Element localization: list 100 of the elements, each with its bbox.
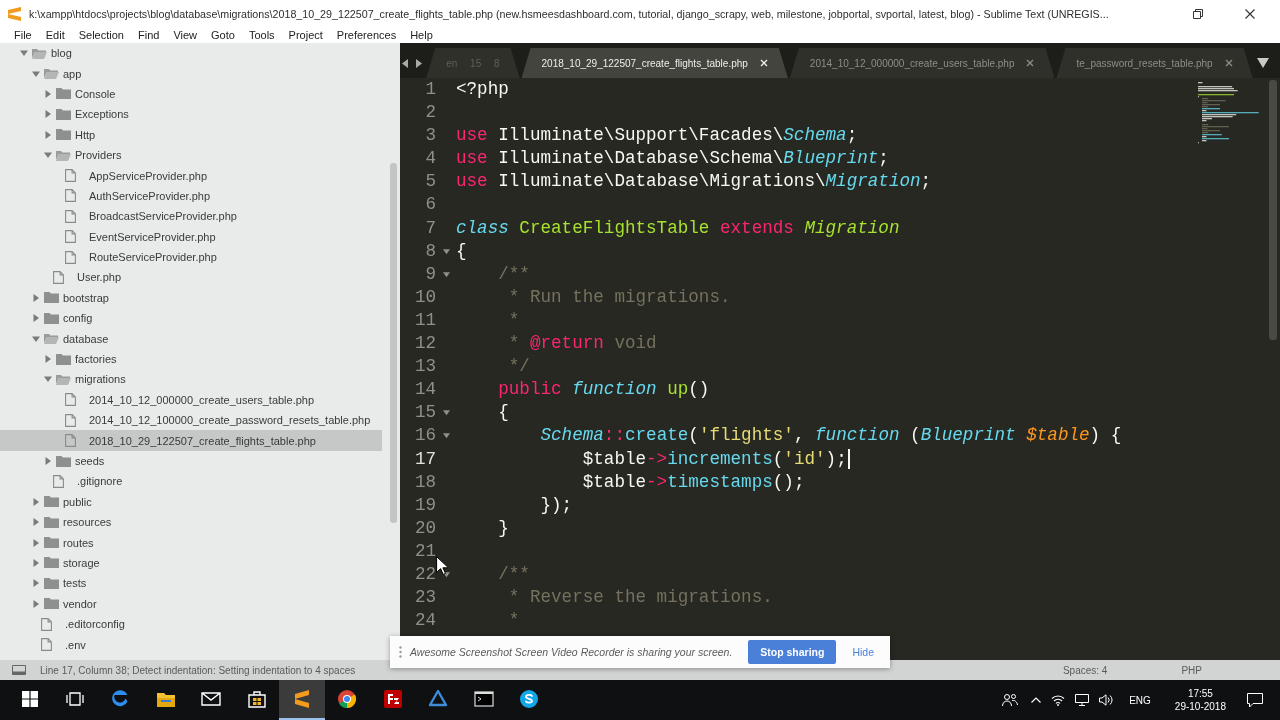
sidebar-folder[interactable]: blog: [0, 43, 382, 64]
menu-item[interactable]: View: [166, 27, 205, 43]
sidebar-folder[interactable]: config: [0, 308, 382, 329]
sidebar-document[interactable]: RouteServiceProvider.php: [0, 246, 382, 268]
syntax-status[interactable]: PHP: [1151, 664, 1232, 676]
line-number: 2: [424, 101, 436, 125]
close-icon[interactable]: [1224, 59, 1233, 67]
sidebar-document[interactable]: 2014_10_12_000000_create_users_table.php: [0, 389, 382, 411]
panel-icon[interactable]: [12, 665, 26, 675]
menu-item[interactable]: Project: [281, 27, 330, 43]
terminal-icon: [472, 688, 495, 710]
windows-logo-icon: [21, 691, 38, 707]
document-icon: [65, 250, 76, 264]
window-title: k:\xampp\htdocs\projects\blog\database\migrations\2018_10_29_122507_create_flights_table.php (new.hsmeesdashboard.com, tutorial, django_scrapy, web, milestone, jobportal, svportal, latest, blog) - Sublime Text (UNREGIS...: [29, 7, 1110, 20]
menu-item[interactable]: Find: [130, 27, 167, 43]
wifi-icon[interactable]: [1051, 694, 1066, 706]
sidebar-folder[interactable]: public: [0, 491, 382, 512]
sidebar-document[interactable]: 2018_10_29_122507_create_flights_table.php: [0, 430, 382, 451]
code-line: {: [456, 239, 467, 263]
sidebar-folder[interactable]: Console: [0, 83, 382, 105]
line-number: 24: [413, 609, 436, 633]
sidebar-folder[interactable]: routes: [0, 532, 382, 553]
monitor-icon[interactable]: [1075, 694, 1090, 706]
line-number: 9: [424, 262, 436, 286]
sidebar-folder[interactable]: storage: [0, 552, 382, 574]
line-number: 1: [424, 78, 436, 101]
menu-item[interactable]: File: [7, 27, 39, 43]
sidebar-document[interactable]: .env: [0, 634, 382, 655]
sidebar-folder[interactable]: tests: [0, 573, 382, 594]
code-line: Schema::create('flights', function (Blueprint $table) {: [540, 424, 1122, 448]
line-number: 4: [424, 147, 436, 171]
sidebar-folder[interactable]: Http: [0, 124, 382, 145]
sidebar-document[interactable]: User.php: [0, 267, 382, 288]
folder-icon: [44, 516, 59, 528]
line-number: 18: [413, 470, 436, 494]
code-line: public function up(): [498, 378, 710, 402]
editor-scrollbar[interactable]: [1269, 80, 1277, 340]
editor-tab[interactable]: te_password_resets_table.php: [1056, 48, 1253, 78]
sidebar-document[interactable]: .gitignore: [0, 471, 382, 492]
drag-handle-icon[interactable]: [399, 646, 402, 658]
stop-sharing-button[interactable]: Stop sharing: [748, 640, 837, 664]
sidebar-folder[interactable]: migrations: [0, 369, 382, 390]
menu-item[interactable]: Edit: [38, 27, 72, 43]
code-line: <?php: [456, 78, 509, 101]
hide-link[interactable]: Hide: [844, 646, 880, 658]
editor-tab[interactable]: 2018_10_29_122507_create_flights_table.php: [521, 48, 788, 78]
sidebar-document[interactable]: 2014_10_12_100000_create_password_resets_table.php: [0, 410, 382, 431]
sidebar-document[interactable]: .editorconfig: [0, 613, 382, 635]
menu-item[interactable]: Selection: [71, 27, 131, 43]
open-folder-icon: [56, 149, 71, 161]
sidebar-folder[interactable]: seeds: [0, 450, 382, 472]
line-number: 13: [413, 355, 436, 379]
language-indicator[interactable]: ENG: [1123, 694, 1157, 706]
indentation-status[interactable]: Spaces: 4: [1032, 664, 1138, 676]
chevron-up-icon[interactable]: [1031, 697, 1042, 703]
menu-item[interactable]: Help: [403, 27, 440, 43]
tab-navigation-icon[interactable]: [402, 58, 423, 68]
document-icon: [53, 271, 64, 284]
sidebar-document[interactable]: BroadcastServiceProvider.php: [0, 206, 382, 227]
line-number: 7: [424, 216, 436, 240]
sidebar-folder[interactable]: bootstrap: [0, 287, 382, 309]
menu-item[interactable]: Preferences: [329, 27, 404, 43]
ring-logo-icon: [336, 688, 359, 710]
code-line: * @return void: [508, 332, 657, 356]
editor-tab[interactable]: 2014_10_12_000000_create_users_table.php: [789, 48, 1055, 78]
restore-icon: [1193, 8, 1203, 19]
line-number: 20: [413, 516, 436, 540]
folder-icon: [56, 108, 71, 120]
sidebar-document[interactable]: AuthServiceProvider.php: [0, 185, 382, 207]
document-icon: [65, 209, 76, 223]
menu-item[interactable]: Goto: [204, 27, 242, 43]
line-number: 6: [424, 193, 436, 217]
document-icon: [65, 434, 76, 448]
line-number: 12: [413, 332, 436, 356]
menu-item[interactable]: Tools: [241, 27, 282, 43]
line-number: 19: [413, 493, 436, 517]
sidebar-folder[interactable]: database: [0, 328, 382, 349]
sidebar-folder[interactable]: factories: [0, 348, 382, 370]
folder-icon: [44, 496, 59, 508]
document-icon: [65, 169, 76, 183]
sidebar-document[interactable]: AppServiceProvider.php: [0, 165, 382, 186]
sidebar-scrollbar[interactable]: [390, 163, 397, 523]
volume-icon[interactable]: [1099, 694, 1114, 706]
sidebar-folder[interactable]: vendor: [0, 593, 382, 614]
document-icon: [41, 638, 52, 651]
folder-icon: [44, 312, 59, 324]
code-minimap[interactable]: [1198, 82, 1262, 144]
code-line: class CreateFlightsTable extends Migration: [456, 216, 900, 240]
close-icon[interactable]: [1026, 59, 1035, 67]
sidebar-folder[interactable]: resources: [0, 512, 382, 533]
text-cursor: [847, 449, 850, 470]
sidebar-folder[interactable]: Providers: [0, 144, 382, 166]
sidebar-folder[interactable]: Exceptions: [0, 104, 382, 125]
sidebar-folder[interactable]: app: [0, 63, 382, 84]
document-icon: [65, 413, 76, 427]
taskbar-button[interactable]: [279, 680, 325, 720]
app-logo-icon: [8, 6, 21, 21]
folder-icon: [56, 353, 71, 365]
sidebar-document[interactable]: EventServiceProvider.php: [0, 226, 382, 247]
clock[interactable]: 17:55 29-10-2018: [1166, 687, 1234, 713]
